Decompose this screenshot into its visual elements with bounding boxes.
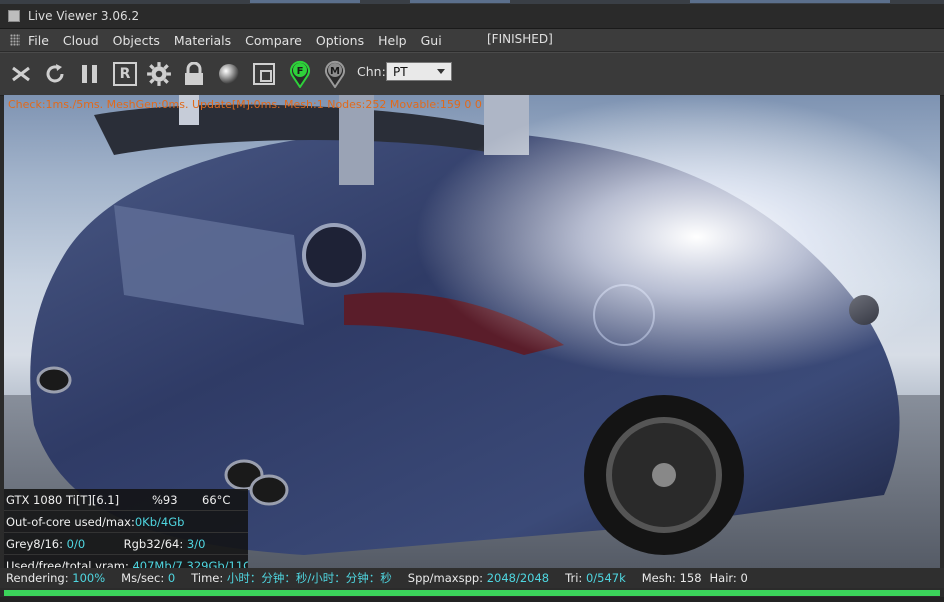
ooc-label: Out-of-core used/max: — [6, 514, 135, 529]
menu-objects[interactable]: Objects — [113, 33, 160, 48]
menu-file[interactable]: File — [28, 33, 49, 48]
tri-stat: Tri: 0/547k — [565, 571, 626, 585]
gpu-row: GTX 1080 Ti[T][6.1] %93 66°C — [4, 489, 248, 511]
tri-value: 0/547k — [585, 571, 626, 585]
channel-label: Chn: — [357, 64, 386, 79]
hair-label: Hair: — [709, 571, 737, 585]
channel-select[interactable]: PT — [386, 62, 452, 81]
texture-row: Grey8/16: 0/0 Rgb32/64: 3/0 — [4, 533, 248, 555]
gear-arrow-icon[interactable] — [8, 61, 34, 87]
app-icon — [8, 10, 20, 22]
settings-gear-icon[interactable] — [146, 61, 172, 87]
hair-value: 0 — [740, 571, 748, 585]
rgb-label: Rgb32/64: — [123, 536, 184, 551]
spp-value: 2048/2048 — [486, 571, 550, 585]
menu-materials[interactable]: Materials — [174, 33, 231, 48]
time-stat: Time: 小时：分钟：秒/小时：分钟：秒 — [191, 570, 392, 586]
region-icon[interactable] — [251, 61, 277, 87]
mssec-stat: Ms/sec: 0 — [121, 571, 175, 585]
sphere-icon[interactable] — [216, 61, 242, 87]
r-icon[interactable]: R — [112, 61, 138, 87]
grey-label: Grey8/16: — [6, 536, 63, 551]
restart-icon[interactable] — [42, 61, 68, 87]
menu-gui[interactable]: Gui — [421, 33, 442, 48]
stats-panel: GTX 1080 Ti[T][6.1] %93 66°C Out-of-core… — [4, 489, 248, 577]
mssec-value: 0 — [167, 571, 176, 585]
menu-options[interactable]: Options — [316, 33, 364, 48]
bottom-edge — [0, 597, 944, 602]
pause-icon[interactable] — [77, 61, 103, 87]
render-progress-fill — [4, 590, 940, 596]
mssec-label: Ms/sec: — [121, 571, 165, 585]
menu-grip-icon — [10, 34, 20, 46]
menu-bar: File Cloud Objects Materials Compare Opt… — [0, 29, 944, 51]
lock-icon[interactable] — [181, 61, 207, 87]
menu-compare[interactable]: Compare — [245, 33, 302, 48]
render-progress-bar — [4, 590, 940, 596]
r-icon-label: R — [113, 62, 137, 86]
toolbar: R F M — [0, 52, 944, 96]
mesh-value: 158 — [679, 571, 702, 585]
rendering-value: 100% — [72, 571, 106, 585]
spp-label: Spp/maxspp: — [407, 571, 484, 585]
title-bar: Live Viewer 3.06.2 — [0, 4, 944, 29]
gpu-name: GTX 1080 Ti[T][6.1] — [6, 492, 120, 507]
menu-cloud[interactable]: Cloud — [63, 33, 99, 48]
status-bar: Rendering: 100% Ms/sec: 0 Time: 小时：分钟：秒/… — [0, 568, 944, 588]
ooc-row: Out-of-core used/max: 0Kb/4Gb — [4, 511, 248, 533]
time-value: 小时：分钟：秒/小时：分钟：秒 — [226, 571, 392, 585]
spp-stat: Spp/maxspp: 2048/2048 — [408, 571, 549, 585]
tri-label: Tri: — [565, 571, 583, 585]
mesh-label: Mesh: — [641, 571, 676, 585]
channel-select-value: PT — [393, 64, 408, 79]
focus-pin-label: F — [297, 66, 304, 77]
menu-help[interactable]: Help — [378, 33, 407, 48]
rgb-value: 3/0 — [186, 536, 206, 551]
gpu-usage: %93 — [152, 492, 178, 507]
material-pin-label: M — [330, 66, 340, 77]
ooc-value: 0Kb/4Gb — [134, 514, 185, 529]
rendering-stat: Rendering: 100% — [6, 571, 105, 585]
time-label: Time: — [191, 571, 224, 585]
chevron-down-icon — [437, 69, 445, 74]
gpu-temp: 66°C — [202, 492, 231, 507]
check-timing-line: Check:1ms./5ms. MeshGen:0ms. Update[M]:0… — [8, 98, 482, 111]
hair-stat: Hair: 0 — [710, 571, 748, 585]
render-status: [FINISHED] — [487, 32, 553, 46]
rendering-label: Rendering: — [6, 571, 69, 585]
mesh-stat: Mesh: 158 — [642, 571, 702, 585]
focus-pin-icon[interactable]: F — [287, 60, 313, 88]
window-title: Live Viewer 3.06.2 — [28, 9, 140, 23]
grey-value: 0/0 — [66, 536, 86, 551]
material-pin-icon[interactable]: M — [322, 60, 348, 88]
